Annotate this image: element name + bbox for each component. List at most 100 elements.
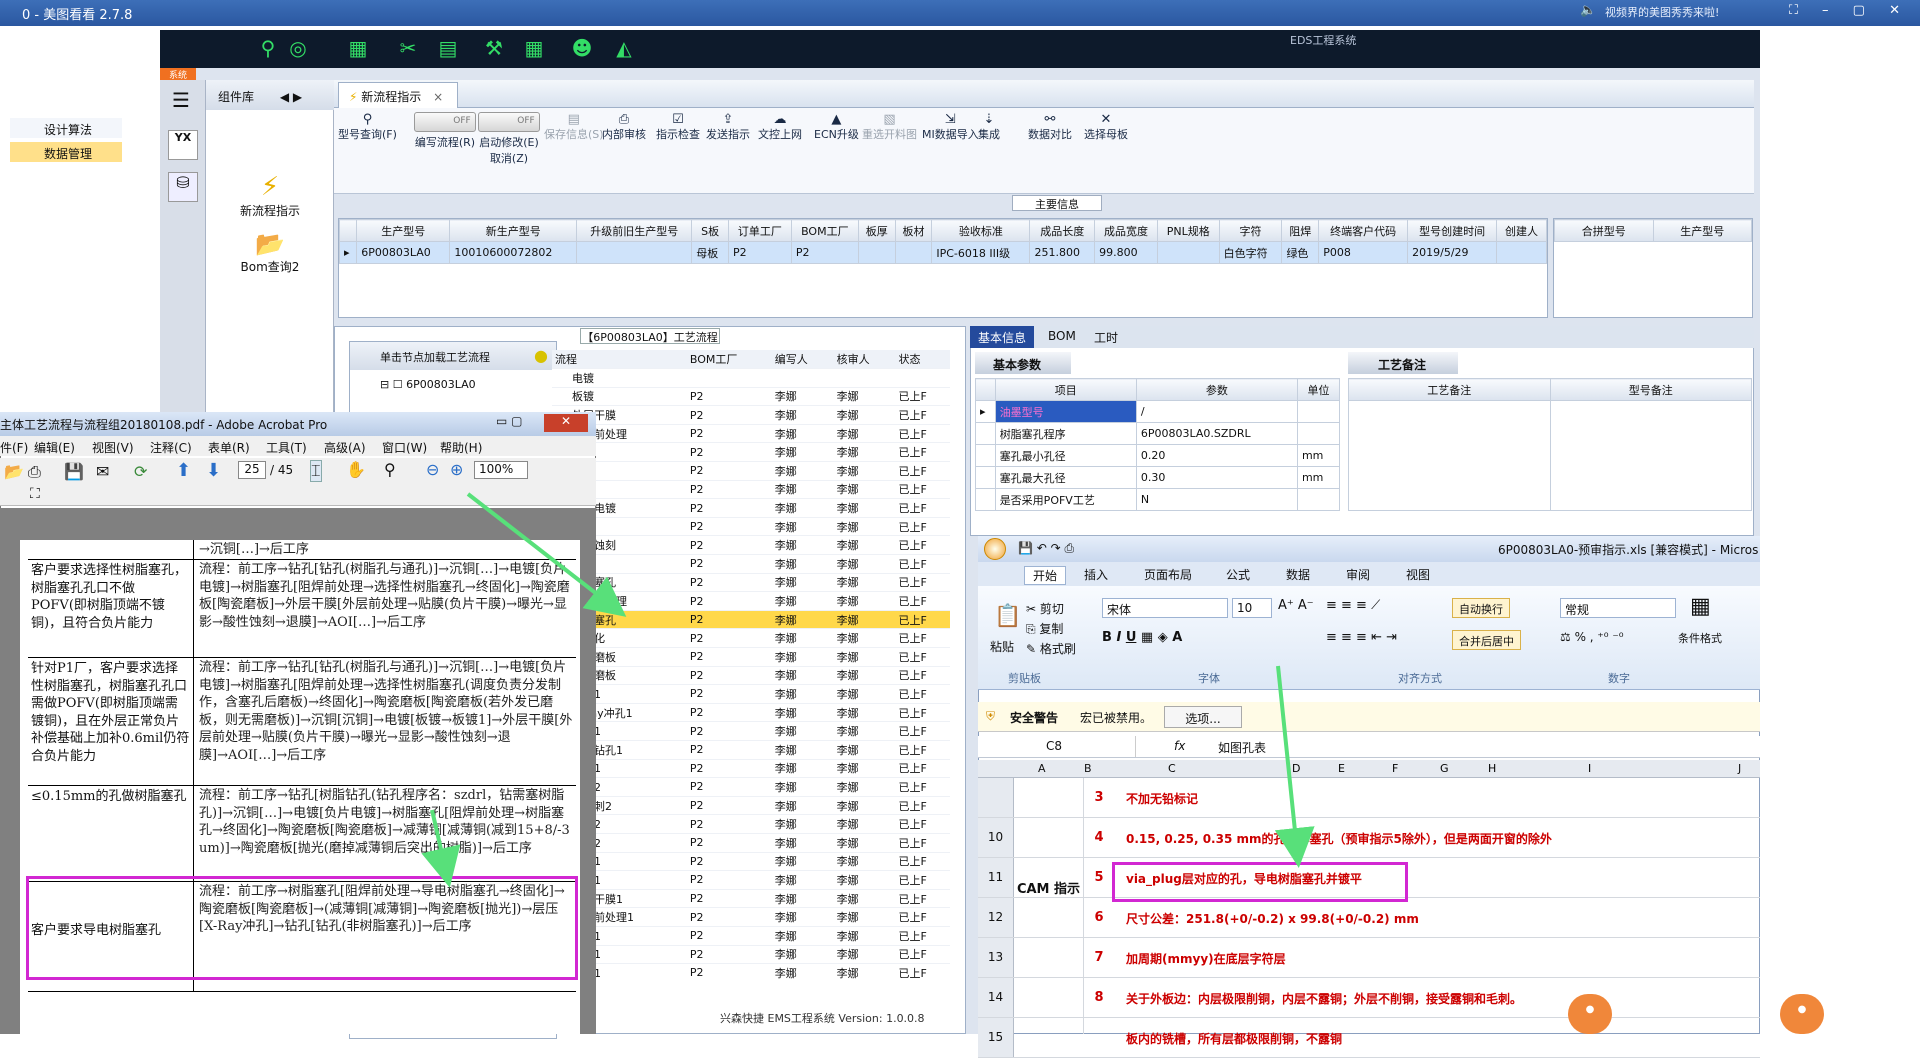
menu-item[interactable]: 高级(A) (324, 439, 366, 456)
film-icon[interactable]: ▤ (436, 36, 460, 60)
column-header[interactable]: 流程 (552, 350, 687, 370)
search-icon[interactable]: ⚲ (256, 36, 280, 60)
column-header[interactable]: B (1084, 762, 1092, 775)
menu-item[interactable]: 件(F) (0, 439, 28, 456)
table-row[interactable]: ▸ 油墨型号 / (975, 400, 1341, 423)
table-cell[interactable]: 塞孔最大孔径 (994, 466, 1137, 489)
nav-arrows-icon[interactable]: ◀ ▶ (280, 90, 302, 104)
table-row[interactable]: 陶瓷磨板P2李娜李娜已上F (552, 666, 950, 686)
ribbon-button[interactable]: ⇪ 发送指示 (706, 108, 750, 142)
office-button-icon[interactable] (984, 538, 1006, 560)
item-number[interactable]: 4 (1082, 830, 1116, 845)
column-header[interactable]: C (1168, 762, 1176, 775)
table-row[interactable]: 外层干膜P2李娜李娜已上F (552, 405, 950, 425)
item-number[interactable]: 3 (1082, 790, 1116, 805)
excel-tab[interactable]: 数据 (1286, 566, 1310, 583)
excel-tab[interactable]: 插入 (1084, 566, 1108, 583)
info-tab[interactable]: BOM (1040, 326, 1084, 348)
table-row[interactable]: 电镀1P2李娜李娜已上F (552, 852, 950, 872)
user-icon[interactable]: ☻ (570, 36, 594, 60)
zoom-tool-icon[interactable]: ⚲ (384, 460, 396, 479)
instruction-text[interactable]: 不加无铅标记 (1126, 790, 1198, 807)
table-cell[interactable]: N (1135, 488, 1298, 511)
formula-input[interactable]: 如图孔表 (1218, 739, 1266, 756)
table-cell[interactable] (576, 241, 693, 264)
table-cell[interactable]: mm (1296, 466, 1341, 489)
info-tab[interactable]: 基本信息 (970, 326, 1035, 348)
table-cell[interactable]: 0.20 (1135, 444, 1298, 467)
menu-item[interactable]: 帮助(H) (440, 439, 482, 456)
column-header[interactable]: 字符 (1218, 219, 1283, 242)
table-icon[interactable]: ▦ (522, 36, 546, 60)
sheet-row[interactable]: 12 6 尺寸公差：251.8(+0/-0.2) x 99.8(+0/-0.2) m… (978, 898, 1760, 938)
table-row[interactable]: 外层前处理 P2 李娜 李娜 已上F (552, 424, 950, 444)
nav-item-data-management[interactable]: 数据管理 (10, 142, 122, 162)
menu-item[interactable]: 视图(V) (92, 439, 134, 456)
table-cell[interactable]: P008 (1318, 241, 1409, 264)
prev-page-icon[interactable]: ⬆ (176, 460, 191, 481)
table-cell[interactable] (857, 241, 896, 264)
excel-tab[interactable]: 开始 (1024, 566, 1067, 585)
table-row[interactable]: 板镀1P2李娜李娜已上F (552, 870, 950, 890)
email-icon[interactable]: ✉ (96, 462, 109, 481)
column-header[interactable]: D (1292, 762, 1300, 775)
paste-icon[interactable]: 📋 (994, 604, 1021, 629)
next-page-icon[interactable]: ⬇ (206, 460, 221, 481)
table-cell[interactable]: 10010600072802 (449, 241, 578, 264)
excel-tab[interactable]: 视图 (1406, 566, 1430, 583)
column-header[interactable]: 型号备注 (1549, 378, 1752, 401)
table-row[interactable]: 外层前处理1 P2 李娜 李娜 已上F (552, 907, 950, 927)
sys-tab[interactable]: 系统 (160, 68, 196, 81)
column-header[interactable]: 型号创建时间 (1407, 219, 1498, 242)
table-cell[interactable] (894, 241, 933, 264)
menu-item[interactable]: 窗口(W) (382, 439, 427, 456)
column-header[interactable]: 核审人 (833, 350, 896, 370)
hand-tool-icon[interactable]: ✋ (346, 460, 366, 479)
excel-tab[interactable]: 页面布局 (1144, 566, 1192, 583)
table-cell[interactable] (1496, 241, 1547, 264)
globe-icon[interactable]: ◎ (286, 36, 310, 60)
table-row[interactable]: 退膜P2李娜李娜已上F (552, 554, 950, 574)
table-cell[interactable]: 0.30 (1135, 466, 1298, 489)
table-row[interactable]: X-Ray冲孔1 P2 李娜 李娜 已上F (552, 703, 950, 723)
number-format-icons[interactable]: ⚖ % , ⁺⁰ ⁻⁰ (1560, 630, 1624, 644)
row-number[interactable]: 14 (978, 978, 1014, 1017)
options-button[interactable]: 选项... (1164, 706, 1242, 728)
item-number[interactable]: 5 (1082, 870, 1116, 885)
row-number[interactable]: 13 (978, 938, 1014, 977)
zoom-in-icon[interactable]: ⊕ (450, 460, 463, 479)
tools-icon[interactable]: ⚒ (482, 36, 506, 60)
column-header[interactable]: G (1440, 762, 1449, 775)
nav-item-design-algorithm[interactable]: 设计算法 (10, 118, 122, 138)
row-selector[interactable] (975, 488, 996, 511)
column-header[interactable]: 升级前旧生产型号 (576, 219, 693, 242)
row-selector[interactable]: ▸ (975, 400, 996, 423)
table-row[interactable]: 树脂塞孔程序 6P00803LA0.SZDRL (975, 422, 1341, 445)
font-size-select[interactable]: 10 (1232, 598, 1272, 618)
conditional-format-label[interactable]: 条件格式 (1678, 630, 1722, 646)
name-box[interactable]: C8 (986, 736, 1136, 757)
table-row[interactable]: 烘板2P2李娜李娜已上F (552, 814, 950, 834)
ribbon-button[interactable]: OFF 启动修改(E) 取消(Z) (478, 108, 540, 166)
table-row[interactable]: 层压1P2李娜李娜已上F (552, 684, 950, 704)
viewer-ad-text[interactable]: 视频界的美图秀秀来啦! (1605, 4, 1719, 20)
ribbon-button[interactable]: ▲ ECN升级 (814, 108, 859, 142)
table-cell[interactable]: IPC-6018 III级 (931, 241, 1031, 264)
row-number[interactable]: 11 (978, 858, 1014, 897)
column-header[interactable]: 成品长度 (1029, 219, 1096, 242)
chart-icon[interactable]: ◭ (612, 36, 636, 60)
column-header[interactable]: 状态 (895, 350, 950, 370)
copy-button[interactable]: ⎘ 复制 (1026, 620, 1063, 637)
column-header[interactable]: 单位 (1296, 378, 1341, 401)
close-icon[interactable]: ✕ (544, 414, 588, 432)
column-header[interactable]: E (1338, 762, 1345, 775)
column-header[interactable]: 成品宽度 (1094, 219, 1158, 242)
column-header[interactable]: 项目 (994, 378, 1137, 401)
row-number[interactable]: 15 (978, 1018, 1014, 1057)
column-header[interactable]: 新生产型号 (449, 219, 578, 242)
cut-button[interactable]: ✂ 剪切 (1026, 600, 1064, 617)
new-process-button[interactable]: ⚡ 新流程指示 (220, 172, 320, 219)
table-cell[interactable]: 白色字符 (1218, 241, 1283, 264)
instruction-text[interactable]: 加周期(mmyy)在底层字符层 (1126, 950, 1286, 967)
number-format-select[interactable]: 常规 (1560, 598, 1676, 618)
